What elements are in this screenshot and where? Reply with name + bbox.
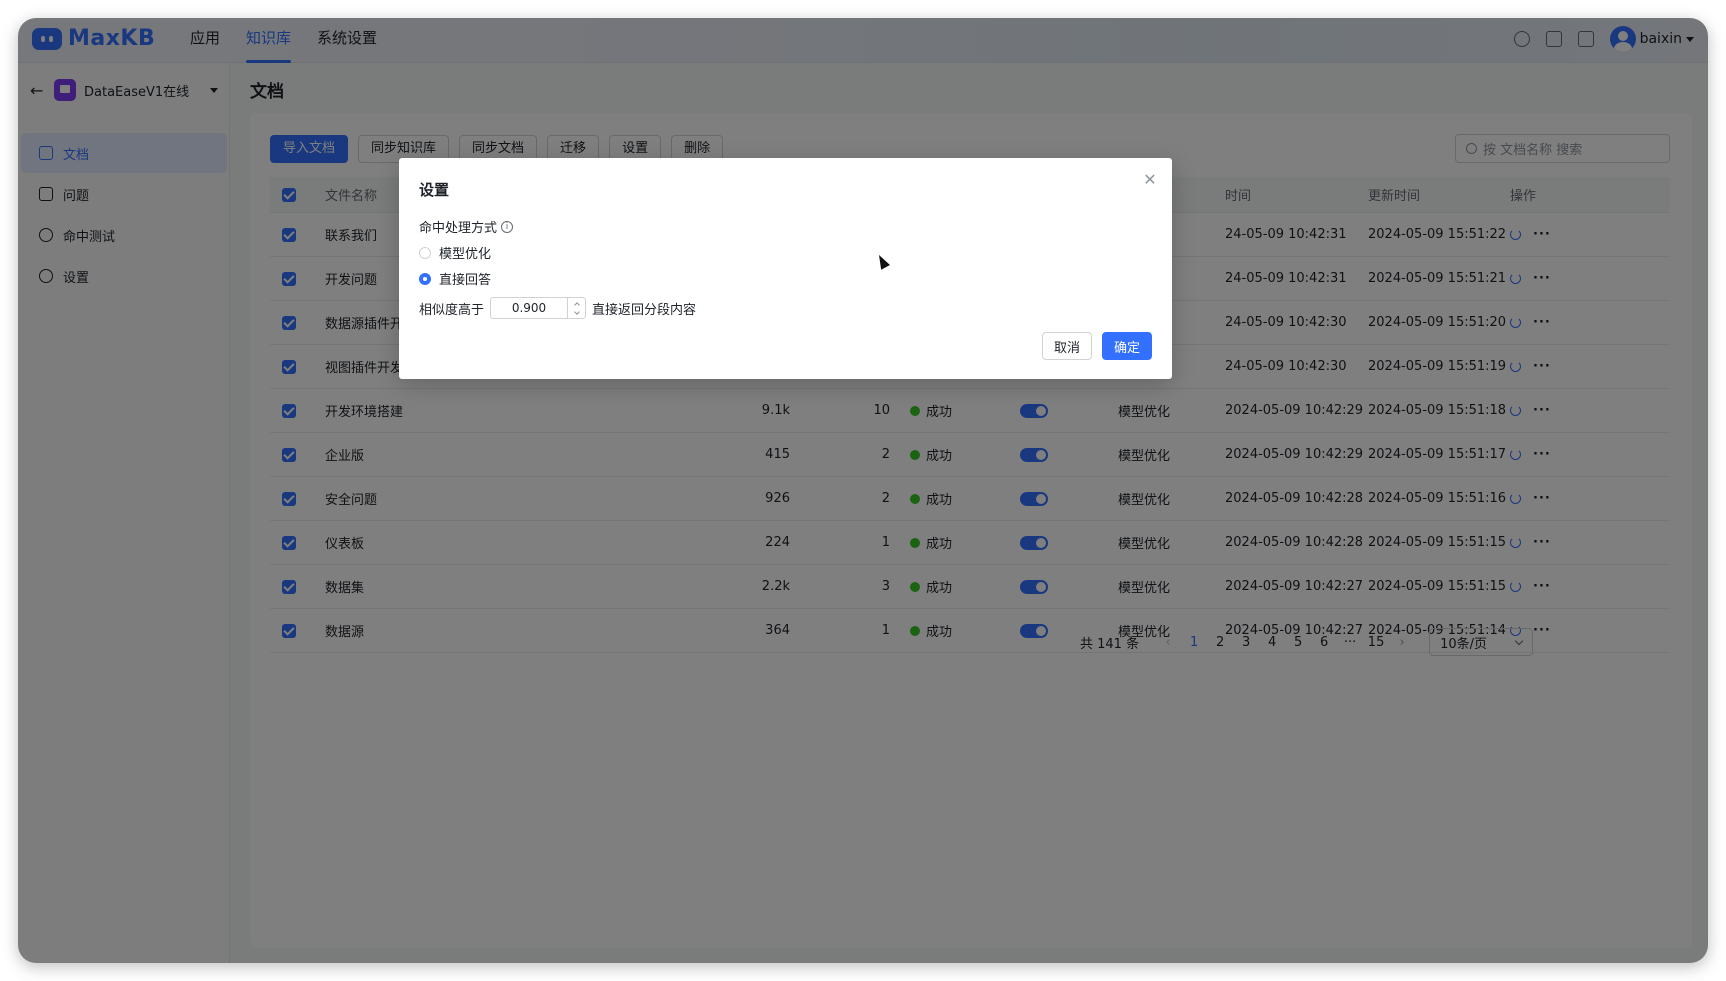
similarity-threshold-row: 相似度高于 直接返回分段内容 — [419, 297, 696, 319]
increment-icon[interactable] — [573, 301, 580, 308]
hit-handling-label-text: 命中处理方式 — [419, 221, 498, 236]
similarity-input[interactable] — [490, 297, 587, 319]
radio-label: 模型优化 — [439, 247, 492, 262]
radio-direct-answer[interactable]: 直接回答 — [419, 269, 491, 288]
dialog-footer: 取消 确定 — [1041, 332, 1152, 360]
dialog-title: 设置 — [419, 181, 450, 199]
settings-dialog: 设置 ✕ 命中处理方式 i 模型优化 直接回答 相似度高于 直接返回分段内容 — [399, 158, 1172, 379]
decrement-icon[interactable] — [573, 308, 580, 315]
confirm-button[interactable]: 确定 — [1101, 332, 1152, 360]
cancel-button[interactable]: 取消 — [1041, 332, 1092, 360]
number-stepper[interactable] — [567, 298, 585, 318]
radio-checked-icon — [419, 272, 431, 285]
info-icon[interactable]: i — [501, 220, 514, 233]
close-icon[interactable]: ✕ — [1142, 172, 1158, 188]
threshold-suffix: 直接返回分段内容 — [592, 302, 697, 318]
radio-label: 直接回答 — [439, 273, 492, 288]
similarity-value[interactable] — [491, 301, 568, 315]
hit-handling-label: 命中处理方式 i — [419, 217, 514, 236]
radio-unchecked-icon — [419, 246, 431, 259]
app-window: MaxKB 应用 知识库 系统设置 baixin ← DataEaseV1在线 — [18, 18, 1708, 963]
radio-model-optimize[interactable]: 模型优化 — [419, 243, 491, 262]
threshold-prefix: 相似度高于 — [419, 302, 485, 318]
